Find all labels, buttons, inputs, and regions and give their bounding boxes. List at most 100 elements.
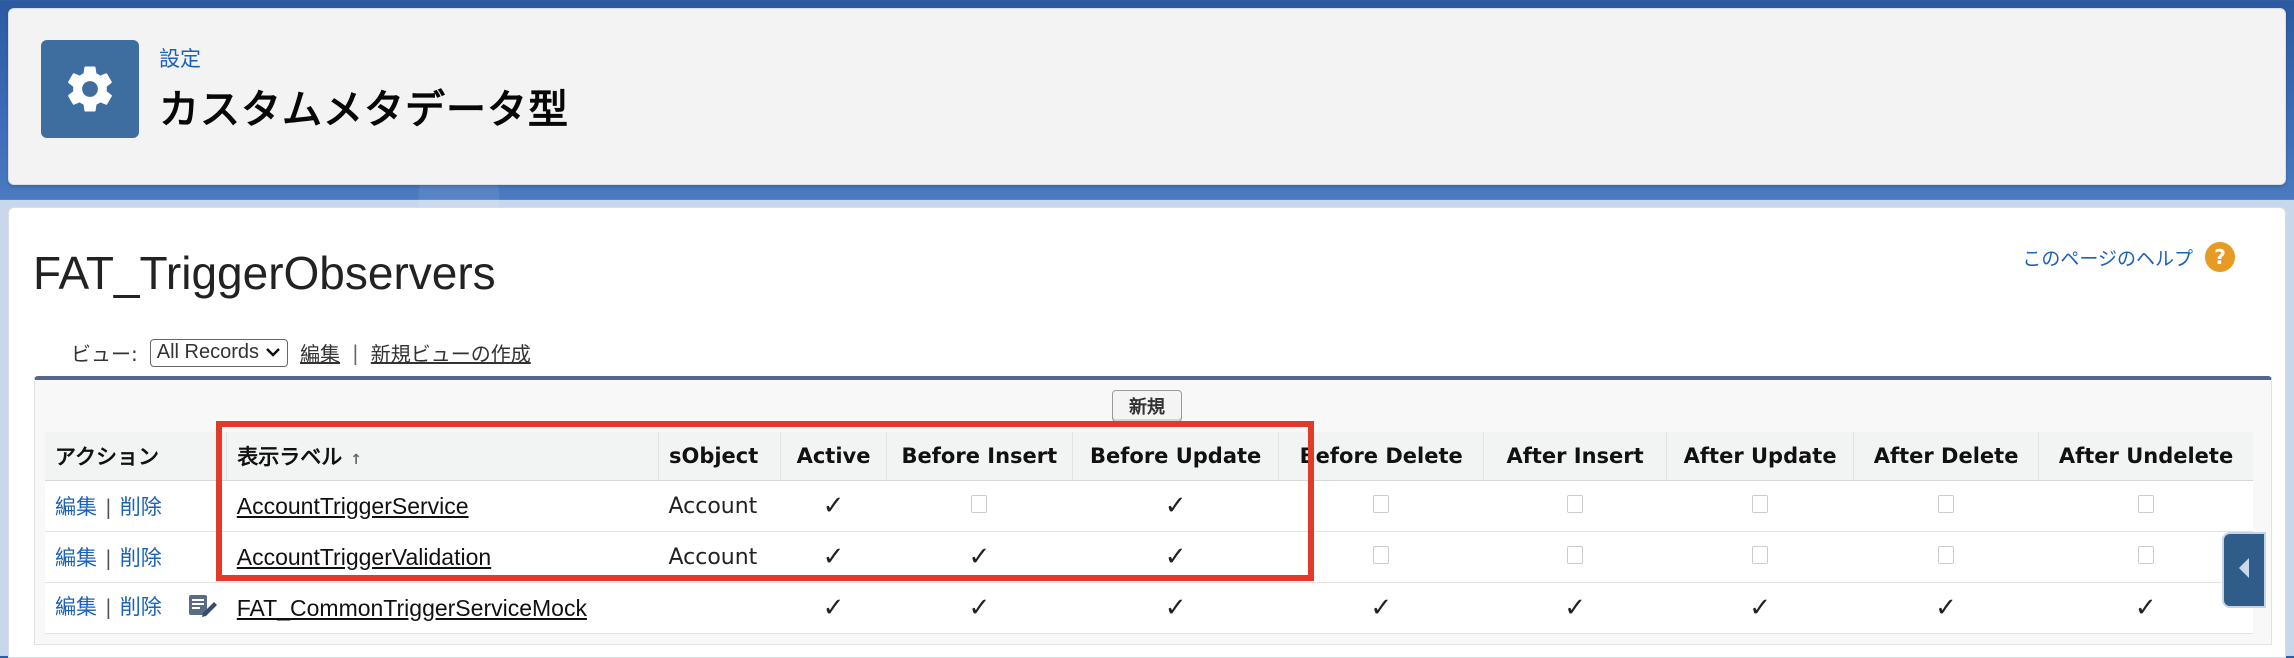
column-header-after-insert[interactable]: After Insert — [1482, 432, 1667, 481]
new-record-button[interactable]: 新規 — [1112, 390, 1182, 422]
active-cell: ✓ — [780, 480, 887, 532]
after-insert-cell: ✓ — [1483, 582, 1667, 634]
help-link-label[interactable]: このページのヘルプ — [2022, 244, 2193, 271]
row-actions: 編集 | 削除 — [45, 531, 227, 583]
table-header-row: アクション 表示ラベル ↑ sObject Active Before Inser… — [45, 432, 2253, 481]
after-undelete-cell — [2038, 531, 2253, 583]
checked-icon: ✓ — [1564, 592, 1586, 623]
before-insert-cell — [886, 480, 1073, 532]
row-sobject — [658, 582, 781, 634]
column-header-after-update[interactable]: After Update — [1666, 432, 1854, 481]
edit-link[interactable]: 編集 — [55, 595, 97, 619]
checked-icon: ✓ — [1749, 592, 1772, 623]
delete-link[interactable]: 削除 — [120, 595, 162, 619]
help-icon[interactable]: ? — [2205, 242, 2235, 272]
checked-icon: ✓ — [822, 541, 845, 572]
column-header-before-delete[interactable]: Before Delete — [1278, 432, 1484, 481]
table-body: 編集 | 削除 AccountTriggerService Account ✓ ✓ — [45, 480, 2253, 634]
edit-link[interactable]: 編集 — [55, 495, 97, 519]
column-header-before-update[interactable]: Before Update — [1071, 432, 1279, 481]
unchecked-box-icon — [1373, 545, 1390, 564]
help-link[interactable]: このページのヘルプ ? — [2022, 242, 2235, 272]
header-subtitle[interactable]: 設定 — [159, 43, 201, 73]
page-title: FAT_TriggerObservers — [33, 247, 496, 299]
row-label-cell: FAT_CommonTriggerServiceMock — [226, 582, 659, 634]
column-header-active[interactable]: Active — [780, 432, 887, 481]
column-header-after-undelete[interactable]: After Undelete — [2038, 432, 2253, 481]
row-actions: 編集 | 削除 — [45, 480, 227, 532]
after-undelete-cell: ✓ — [2038, 582, 2253, 634]
new-view-link[interactable]: 新規ビューの作成 — [371, 338, 531, 367]
after-delete-cell: ✓ — [1853, 582, 2039, 634]
checked-icon: ✓ — [822, 490, 845, 521]
chevron-down-icon — [265, 341, 281, 364]
table-row: 編集 | 削除 AccountTriggerValidation Account ✓… — [45, 531, 2253, 583]
sort-asc-icon[interactable]: ↑ — [350, 452, 362, 468]
unchecked-box-icon — [2137, 494, 2154, 513]
records-table: アクション 表示ラベル ↑ sObject Active Before Inser… — [45, 432, 2253, 634]
checked-icon: ✓ — [1370, 592, 1393, 623]
after-update-cell — [1666, 531, 1854, 583]
view-select-value: All Records — [156, 341, 260, 363]
unchecked-box-icon — [1752, 545, 1769, 564]
column-header-label-text[interactable]: 表示ラベル — [237, 445, 342, 469]
unchecked-box-icon — [1938, 494, 1955, 513]
before-update-cell: ✓ — [1072, 531, 1279, 583]
column-header-sobject[interactable]: sObject — [657, 432, 781, 481]
delete-link[interactable]: 削除 — [120, 495, 162, 519]
action-separator: | — [105, 546, 112, 570]
record-link[interactable]: AccountTriggerValidation — [237, 544, 491, 570]
unchecked-box-icon — [1567, 494, 1584, 513]
unchecked-box-icon — [1752, 494, 1769, 513]
chevron-left-icon — [2235, 554, 2253, 586]
view-label: ビュー: — [71, 342, 138, 366]
active-cell: ✓ — [780, 582, 887, 634]
after-delete-cell — [1853, 531, 2039, 583]
before-insert-cell: ✓ — [886, 582, 1073, 634]
before-delete-cell — [1278, 531, 1484, 583]
row-sobject: Account — [658, 480, 781, 532]
after-update-cell: ✓ — [1666, 582, 1854, 634]
main-content: FAT_TriggerObservers このページのヘルプ ? ビュー: Al… — [8, 207, 2286, 658]
unchecked-box-icon — [1567, 545, 1584, 564]
after-insert-cell — [1483, 531, 1667, 583]
column-header-action: アクション — [45, 432, 227, 481]
before-update-cell: ✓ — [1072, 582, 1279, 634]
checked-icon: ✓ — [1164, 541, 1187, 572]
column-header-before-insert[interactable]: Before Insert — [885, 432, 1073, 481]
edit-record-icon — [187, 591, 217, 625]
table-row: 編集 | 削除 AccountTriggerService Account ✓ ✓ — [45, 480, 2253, 532]
records-list: 新規 アクション 表示ラベル ↑ sObject Active Before In… — [34, 376, 2272, 645]
edit-link[interactable]: 編集 — [55, 546, 97, 570]
table-row: 編集 | 削除 FAT_CommonTriggerServiceMock ✓ ✓… — [45, 582, 2253, 634]
before-update-cell: ✓ — [1072, 480, 1279, 532]
checked-icon: ✓ — [1164, 490, 1187, 521]
unchecked-box-icon — [1938, 545, 1955, 564]
after-undelete-cell — [2038, 480, 2253, 532]
active-cell: ✓ — [780, 531, 887, 583]
checked-icon: ✓ — [968, 592, 991, 623]
unchecked-box-icon — [1373, 494, 1390, 513]
unchecked-box-icon — [2137, 545, 2154, 564]
column-header-label[interactable]: 表示ラベル ↑ — [226, 432, 659, 481]
row-label-cell: AccountTriggerService — [226, 480, 659, 532]
edit-view-link[interactable]: 編集 — [300, 338, 340, 367]
row-sobject: Account — [658, 531, 781, 583]
delete-link[interactable]: 削除 — [120, 546, 162, 570]
action-separator: | — [105, 495, 112, 519]
column-header-after-delete[interactable]: After Delete — [1853, 432, 2039, 481]
view-select[interactable]: All Records — [149, 338, 289, 367]
record-link[interactable]: FAT_CommonTriggerServiceMock — [237, 595, 587, 621]
checked-icon: ✓ — [1164, 592, 1187, 623]
header-title: カスタムメタデータ型 — [159, 87, 569, 133]
record-link[interactable]: AccountTriggerService — [237, 493, 469, 519]
side-panel-toggle[interactable] — [2222, 532, 2266, 608]
after-update-cell — [1666, 480, 1854, 532]
row-label-cell: AccountTriggerValidation — [226, 531, 659, 583]
separator: | — [352, 340, 359, 365]
before-delete-cell — [1278, 480, 1484, 532]
checked-icon: ✓ — [1935, 592, 1957, 623]
checked-icon: ✓ — [822, 592, 845, 623]
before-insert-cell: ✓ — [886, 531, 1073, 583]
gear-icon — [41, 40, 139, 138]
